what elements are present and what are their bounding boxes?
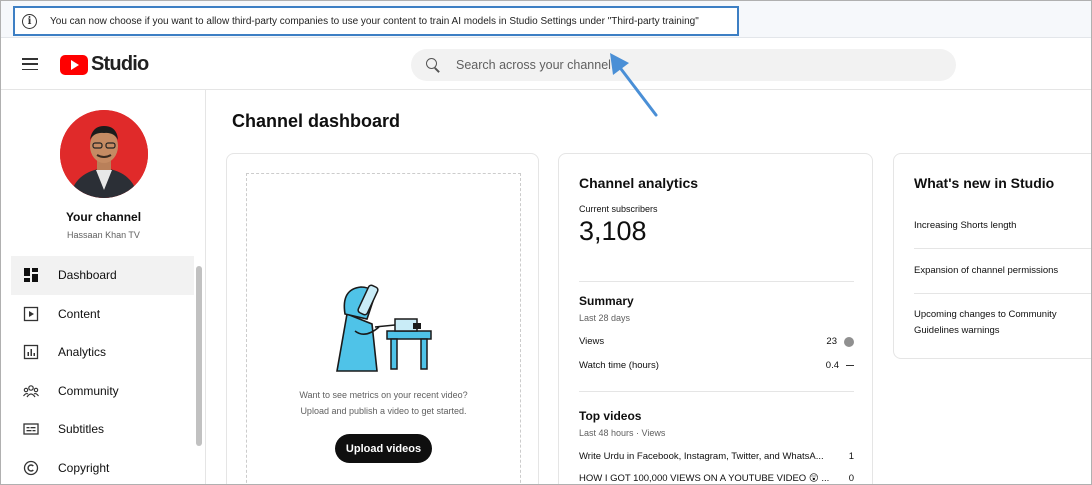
subtitles-icon bbox=[23, 421, 39, 437]
top-videos-title: Top videos bbox=[579, 409, 642, 423]
video-title[interactable]: Write Urdu in Facebook, Instagram, Twitt… bbox=[579, 451, 824, 462]
video-views: 0 bbox=[848, 473, 854, 484]
news-item[interactable]: Increasing Shorts length bbox=[914, 218, 1091, 234]
channel-avatar[interactable] bbox=[60, 110, 148, 198]
search-icon[interactable] bbox=[425, 57, 441, 73]
divider bbox=[579, 281, 854, 282]
whats-new-card: What's new in Studio Increasing Shorts l… bbox=[893, 153, 1091, 359]
trend-neutral-icon bbox=[846, 364, 854, 367]
sidebar-item-label: Dashboard bbox=[58, 268, 117, 283]
top-video-row[interactable]: Write Urdu in Facebook, Instagram, Twitt… bbox=[579, 451, 854, 462]
video-views: 1 bbox=[848, 451, 854, 462]
top-header: Studio bbox=[1, 38, 1091, 90]
sidebar-item-subtitles[interactable]: Subtitles bbox=[11, 410, 194, 449]
sidebar: Your channel Hassaan Khan TV Dashboard C… bbox=[1, 90, 206, 485]
sidebar-item-label: Content bbox=[58, 306, 101, 321]
divider bbox=[914, 293, 1091, 294]
sidebar-item-label: Copyright bbox=[58, 460, 110, 475]
content-icon bbox=[23, 306, 39, 322]
avatar-image bbox=[60, 110, 148, 198]
page-title: Channel dashboard bbox=[232, 111, 401, 131]
channel-name: Hassaan Khan TV bbox=[67, 230, 140, 240]
upload-videos-button[interactable]: Upload videos bbox=[335, 434, 432, 463]
sidebar-nav: Dashboard Content Analytics Community Su… bbox=[11, 256, 194, 485]
whats-new-title: What's new in Studio bbox=[914, 175, 1055, 191]
sidebar-scrollbar[interactable] bbox=[196, 266, 202, 446]
top-video-row[interactable]: HOW I GOT 100,000 VIEWS ON A YOUTUBE VID… bbox=[579, 473, 854, 484]
search-input[interactable] bbox=[456, 58, 856, 72]
divider bbox=[914, 248, 1091, 249]
dashboard-icon bbox=[23, 267, 39, 283]
sidebar-item-label: Analytics bbox=[58, 345, 107, 360]
news-item[interactable]: Expansion of channel permissions bbox=[914, 263, 1091, 279]
upload-prompt-line2: Upload and publish a video to get starte… bbox=[300, 406, 467, 416]
sidebar-item-community[interactable]: Community bbox=[11, 372, 194, 411]
analytics-title: Channel analytics bbox=[579, 175, 699, 191]
sidebar-item-analytics[interactable]: Analytics bbox=[11, 333, 194, 372]
notice-banner: i You can now choose if you want to allo… bbox=[13, 6, 739, 36]
subscriber-count: 3,108 bbox=[579, 216, 647, 246]
sidebar-item-content[interactable]: Content bbox=[11, 295, 194, 334]
sidebar-item-label: Subtitles bbox=[58, 422, 105, 437]
summary-row-views: Views 23 bbox=[579, 336, 854, 347]
row-value: 23 bbox=[826, 336, 837, 347]
upload-prompt: Want to see metrics on your recent video… bbox=[227, 387, 540, 419]
copyright-icon bbox=[23, 460, 39, 476]
info-icon: i bbox=[22, 13, 37, 29]
sidebar-item-label: Community bbox=[58, 383, 119, 398]
channel-analytics-card: Channel analytics Current subscribers 3,… bbox=[558, 153, 873, 484]
youtube-play-icon bbox=[60, 54, 88, 75]
upload-card: Want to see metrics on your recent video… bbox=[226, 153, 540, 484]
trend-down-icon bbox=[844, 336, 854, 347]
notice-text: You can now choose if you want to allow … bbox=[50, 15, 699, 27]
divider bbox=[579, 391, 854, 392]
sidebar-item-copyright[interactable]: Copyright bbox=[11, 449, 194, 485]
upload-prompt-line1: Want to see metrics on your recent video… bbox=[299, 390, 468, 400]
news-item[interactable]: Upcoming changes to Community Guidelines… bbox=[914, 307, 1091, 339]
youtube-studio-logo[interactable]: Studio bbox=[60, 53, 149, 76]
summary-title: Summary bbox=[579, 294, 634, 308]
summary-period: Last 28 days bbox=[579, 313, 631, 323]
your-channel-label: Your channel bbox=[65, 210, 142, 224]
row-label: Views bbox=[579, 336, 605, 347]
upload-illustration bbox=[336, 284, 432, 372]
row-label: Watch time (hours) bbox=[579, 360, 659, 371]
summary-row-watch-time: Watch time (hours) 0.4 bbox=[579, 360, 854, 371]
hamburger-menu-icon[interactable] bbox=[22, 58, 38, 71]
video-title[interactable]: HOW I GOT 100,000 VIEWS ON A YOUTUBE VID… bbox=[579, 473, 829, 484]
community-icon bbox=[23, 383, 39, 399]
sidebar-item-dashboard[interactable]: Dashboard bbox=[11, 256, 194, 295]
row-value: 0.4 bbox=[825, 360, 839, 371]
top-videos-period: Last 48 hours · Views bbox=[579, 428, 666, 438]
studio-window: i You can now choose if you want to allo… bbox=[0, 0, 1092, 485]
subscribers-label: Current subscribers bbox=[579, 204, 658, 214]
search-bar[interactable] bbox=[411, 49, 956, 81]
analytics-icon bbox=[23, 344, 39, 360]
logo-text: Studio bbox=[91, 53, 149, 75]
